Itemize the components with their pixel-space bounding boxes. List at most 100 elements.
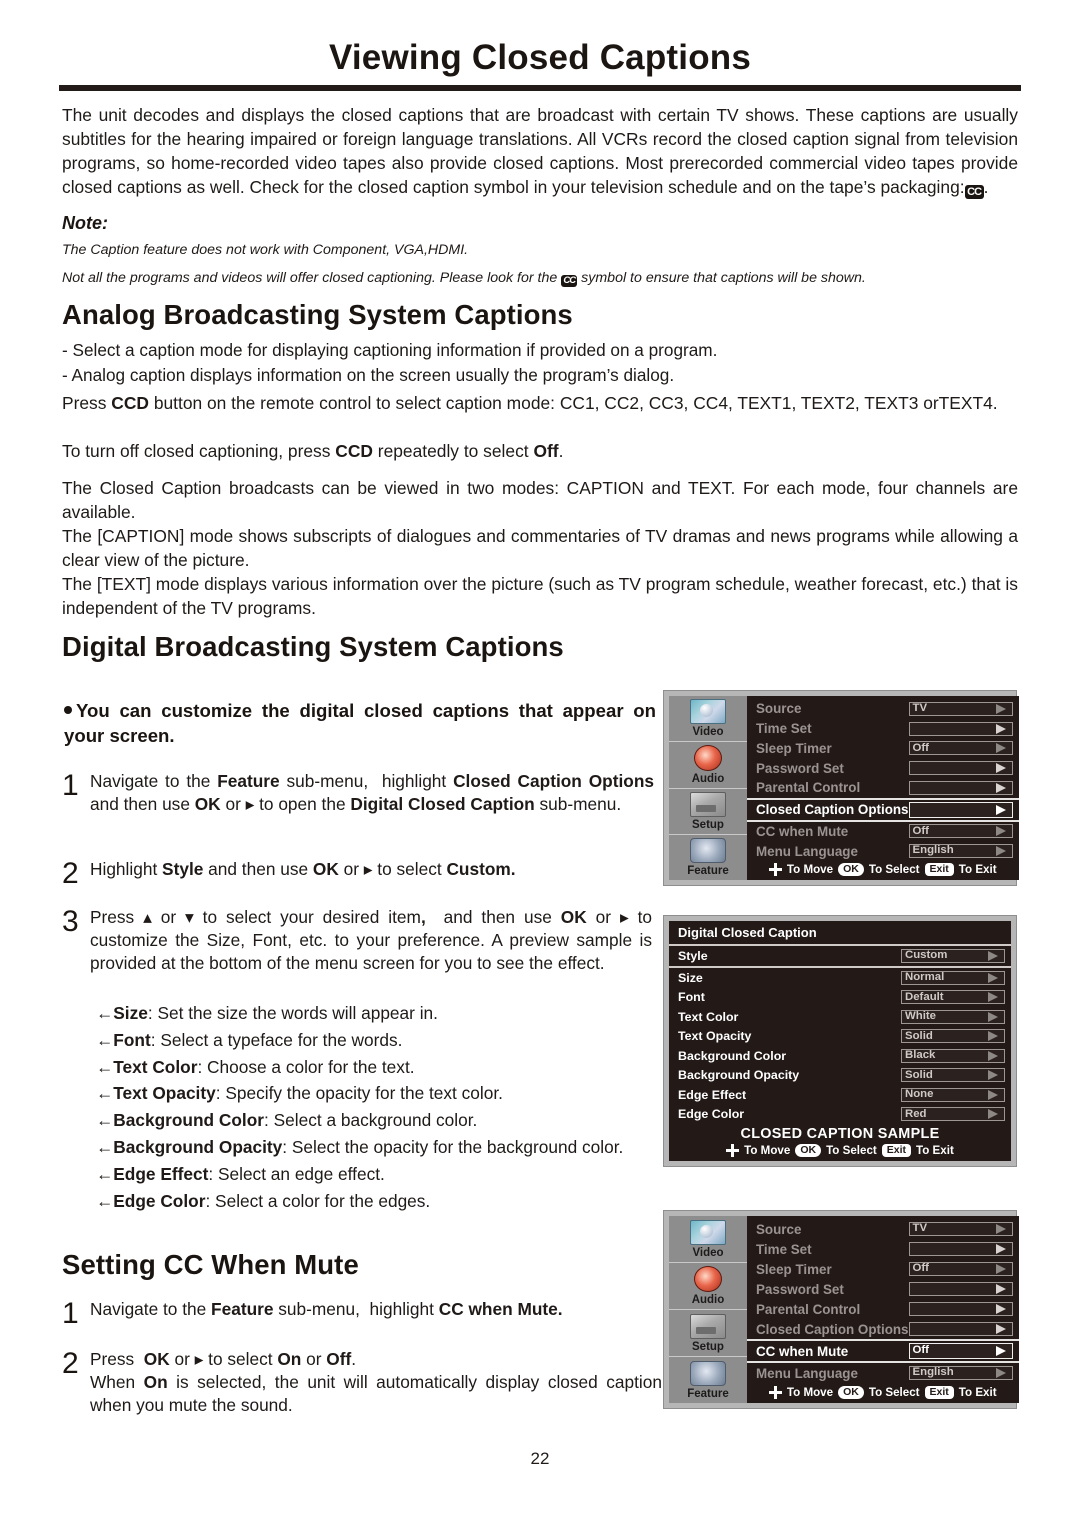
osd-dcc-row-value-box[interactable]: Red (901, 1107, 1005, 1122)
osd-dcc-row-value-box[interactable]: Default (901, 990, 1005, 1005)
chevron-right-icon (995, 723, 1006, 734)
osd-row-value-box[interactable]: Off (908, 1262, 1013, 1276)
osd-row-value: Off (912, 824, 929, 837)
osd-menu-row[interactable]: Closed Caption Options (747, 1319, 1019, 1339)
osd-row-value: English (912, 1366, 954, 1379)
osd-row-value-box[interactable] (908, 761, 1013, 776)
osd-row-value-box[interactable] (908, 721, 1013, 736)
osd-menu-row[interactable]: Menu Language English (747, 841, 1019, 861)
ok-key-badge: OK (795, 1144, 822, 1157)
osd-row-label: Sleep Timer (756, 1261, 832, 1277)
option-item: ←Size: Set the size the words will appea… (96, 1000, 676, 1027)
option-term: Edge Effect (113, 1163, 209, 1184)
osd-dcc-row-value-box[interactable]: Solid (901, 1029, 1005, 1044)
osd-sidebar-item-audio[interactable]: Audio (669, 742, 747, 789)
osd-menu-row[interactable]: Sleep Timer Off (747, 1259, 1019, 1279)
osd-dcc-row[interactable]: Text Color White (669, 1007, 1011, 1027)
osd-dcc-row-value-box[interactable]: Solid (901, 1068, 1005, 1083)
osd-sidebar-item-video[interactable]: Video (669, 696, 747, 743)
osd-dcc-row[interactable]: Text Opacity Solid (669, 1027, 1011, 1047)
step-number: 1 (62, 1297, 79, 1330)
osd-sidebar-item-label: Video (692, 1246, 724, 1259)
osd-sidebar-item-feature[interactable]: Feature (669, 1357, 747, 1403)
osd-sidebar-item-audio[interactable]: Audio (669, 1263, 747, 1310)
osd-menu-row[interactable]: CC when Mute Off (747, 1339, 1019, 1363)
osd-row-value-box[interactable]: Off (908, 1343, 1013, 1359)
osd-sidebar: Video Audio Setup Feature (669, 1216, 747, 1403)
osd-dcc-row-label: Edge Effect (678, 1087, 747, 1102)
chevron-right-icon (988, 1089, 998, 1100)
exit-key-badge: Exit (924, 863, 954, 876)
osd-dcc-row-label: Edge Color (678, 1107, 745, 1122)
osd-dcc-row-value-box[interactable]: None (901, 1087, 1005, 1102)
osd-menu-row[interactable]: Time Set (747, 1239, 1019, 1259)
osd-dcc-row-value-box[interactable]: Normal (901, 970, 1005, 985)
osd-menu-row[interactable]: Parental Control (747, 778, 1019, 798)
manual-page: Viewing Closed Captions The unit decodes… (0, 0, 1080, 1525)
osd-row-value-box[interactable] (908, 1302, 1013, 1316)
note-line-1: The Caption feature does not work with C… (62, 242, 469, 258)
digital-bullet: You can customize the digital closed cap… (64, 698, 656, 748)
osd-menu-row[interactable]: CC when Mute Off (747, 822, 1019, 842)
digital-step-1: 1 Navigate to the Feature sub-menu, high… (62, 770, 654, 816)
chevron-right-icon (995, 804, 1006, 815)
osd-sidebar-item-video[interactable]: Video (669, 1216, 747, 1263)
digital-heading: Digital Broadcasting System Captions (62, 631, 564, 662)
osd-dcc-row[interactable]: Size Normal (669, 968, 1011, 988)
osd-dcc-row[interactable]: Edge Color Red (669, 1105, 1011, 1125)
osd-dcc-row[interactable]: Background Color Black (669, 1046, 1011, 1066)
osd-row-value-box[interactable] (908, 1242, 1013, 1256)
osd-dcc-row[interactable]: Background Opacity Solid (669, 1066, 1011, 1086)
osd-menu-row[interactable]: Source TV (747, 1219, 1019, 1239)
osd-sidebar-item-feature[interactable]: Feature (669, 835, 747, 880)
osd-row-value-box[interactable] (908, 1282, 1013, 1296)
osd-dcc-row-value: None (905, 1088, 934, 1101)
option-term: Font (113, 1029, 151, 1050)
osd-sidebar-item-setup[interactable]: Setup (669, 1310, 747, 1357)
osd-dcc-row[interactable]: Style Custom (669, 946, 1011, 968)
osd-dcc-body: Digital Closed Caption Style Custom Size Nor… (669, 921, 1011, 1161)
left-arrow-icon: ← (96, 1136, 114, 1157)
osd-menu-list: Source TV Time Set Sleep Timer Off Password S… (747, 1216, 1019, 1403)
osd-menu-row[interactable]: Menu Language English (747, 1363, 1019, 1383)
option-term: Edge Color (113, 1190, 206, 1211)
ccd-key-label: CCD (335, 441, 373, 461)
step-text: Navigate to the Feature sub-menu, highli… (90, 1299, 563, 1319)
osd-row-value-box[interactable]: English (908, 844, 1013, 859)
osd-menu-row[interactable]: Password Set (747, 758, 1019, 778)
osd-row-value-box[interactable] (908, 801, 1013, 818)
osd-footer-hints: To Move OK To Select Exit To Exit (747, 1384, 1019, 1403)
osd-row-value-box[interactable] (908, 1322, 1013, 1336)
osd-row-value-box[interactable]: Off (908, 824, 1013, 839)
osd-menu-row[interactable]: Parental Control (747, 1299, 1019, 1319)
osd-menu-row[interactable]: Password Set (747, 1279, 1019, 1299)
osd-menu-row[interactable]: Sleep Timer Off (747, 739, 1019, 759)
osd-row-value-box[interactable]: English (908, 1366, 1013, 1380)
osd-menu-row[interactable]: Closed Caption Options (747, 797, 1019, 822)
left-arrow-icon: ← (96, 1190, 114, 1211)
option-item: ←Edge Effect: Select an edge effect. (96, 1161, 676, 1188)
osd-menu-row[interactable]: Time Set (747, 719, 1019, 739)
osd-dcc-row-value-box[interactable]: White (901, 1009, 1005, 1024)
turnoff-a: To turn off closed captioning, press (62, 441, 336, 461)
osd-sidebar-item-setup[interactable]: Setup (669, 789, 747, 835)
osd-row-label: Parental Control (756, 780, 861, 796)
step-text: Press OK or ▸ to select On or Off. When O… (90, 1349, 662, 1415)
osd-menu-row[interactable]: Source TV (747, 699, 1019, 719)
osd-dcc-row-label: Background Color (678, 1048, 787, 1063)
turnoff-e: . (558, 441, 564, 461)
ccmute-step-1: 1 Navigate to the Feature sub-menu, high… (62, 1298, 662, 1329)
osd-dcc-row-value-box[interactable]: Custom (901, 949, 1005, 963)
option-item: ←Background Color: Select a background c… (96, 1107, 676, 1134)
osd-dcc-row[interactable]: Font Default (669, 988, 1011, 1008)
title-divider (59, 85, 1021, 91)
intro-trailing: . (983, 176, 989, 197)
osd-row-value-box[interactable]: TV (908, 701, 1013, 716)
chevron-right-icon (995, 782, 1006, 793)
note-line-2a: Not all the programs and videos will off… (62, 269, 558, 286)
osd-dcc-row-value-box[interactable]: Black (901, 1048, 1005, 1063)
osd-row-value-box[interactable] (908, 780, 1013, 795)
osd-row-value-box[interactable]: TV (908, 1222, 1013, 1236)
osd-dcc-row[interactable]: Edge Effect None (669, 1085, 1011, 1105)
osd-row-value-box[interactable]: Off (908, 741, 1013, 756)
